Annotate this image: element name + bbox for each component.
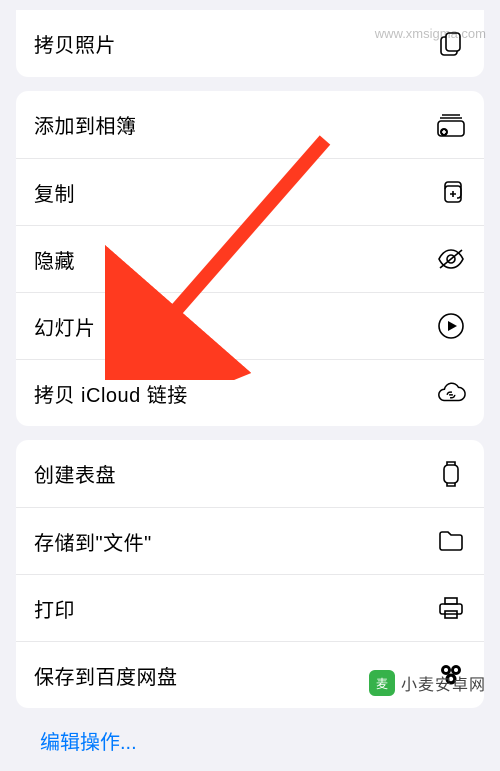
- action-label: 存储到"文件": [34, 527, 152, 556]
- action-label: 幻灯片: [34, 312, 96, 341]
- slideshow-icon: [436, 311, 466, 341]
- action-group-2: 添加到相簿 复制 隐藏: [16, 91, 484, 426]
- watermark-logo-icon: 麦: [369, 670, 395, 696]
- share-sheet: 拷贝照片 添加到相簿 复制: [0, 10, 500, 771]
- action-label: 拷贝照片: [34, 29, 116, 58]
- watermark-brand-text: 小麦安卓网: [401, 671, 486, 695]
- action-label: 打印: [34, 594, 75, 623]
- add-to-album-icon: [436, 110, 466, 140]
- print-icon: [436, 593, 466, 623]
- action-save-to-files[interactable]: 存储到"文件": [16, 507, 484, 574]
- action-copy-icloud-link[interactable]: 拷贝 iCloud 链接: [16, 359, 484, 426]
- action-label: 保存到百度网盘: [34, 661, 178, 690]
- action-group-3: 创建表盘 存储到"文件" 打印: [16, 440, 484, 708]
- action-copy-photo[interactable]: 拷贝照片: [16, 10, 484, 77]
- watermark-brand: 麦 小麦安卓网: [369, 670, 486, 696]
- edit-actions-label: 编辑操作...: [40, 732, 137, 754]
- action-create-watch-face[interactable]: 创建表盘: [16, 440, 484, 507]
- action-label: 添加到相簿: [34, 110, 137, 139]
- action-group-1: 拷贝照片: [16, 10, 484, 77]
- hide-icon: [436, 244, 466, 274]
- icloud-link-icon: [436, 378, 466, 408]
- action-label: 隐藏: [34, 245, 75, 274]
- watermark-url: www.xmsigma.com: [375, 26, 486, 41]
- action-duplicate[interactable]: 复制: [16, 158, 484, 225]
- duplicate-icon: [436, 177, 466, 207]
- action-add-to-album[interactable]: 添加到相簿: [16, 91, 484, 158]
- action-hide[interactable]: 隐藏: [16, 225, 484, 292]
- edit-actions-link[interactable]: 编辑操作...: [16, 708, 484, 771]
- action-label: 复制: [34, 178, 75, 207]
- action-print[interactable]: 打印: [16, 574, 484, 641]
- action-slideshow[interactable]: 幻灯片: [16, 292, 484, 359]
- save-to-files-icon: [436, 526, 466, 556]
- action-label: 创建表盘: [34, 459, 116, 488]
- watch-face-icon: [436, 459, 466, 489]
- action-label: 拷贝 iCloud 链接: [34, 379, 188, 408]
